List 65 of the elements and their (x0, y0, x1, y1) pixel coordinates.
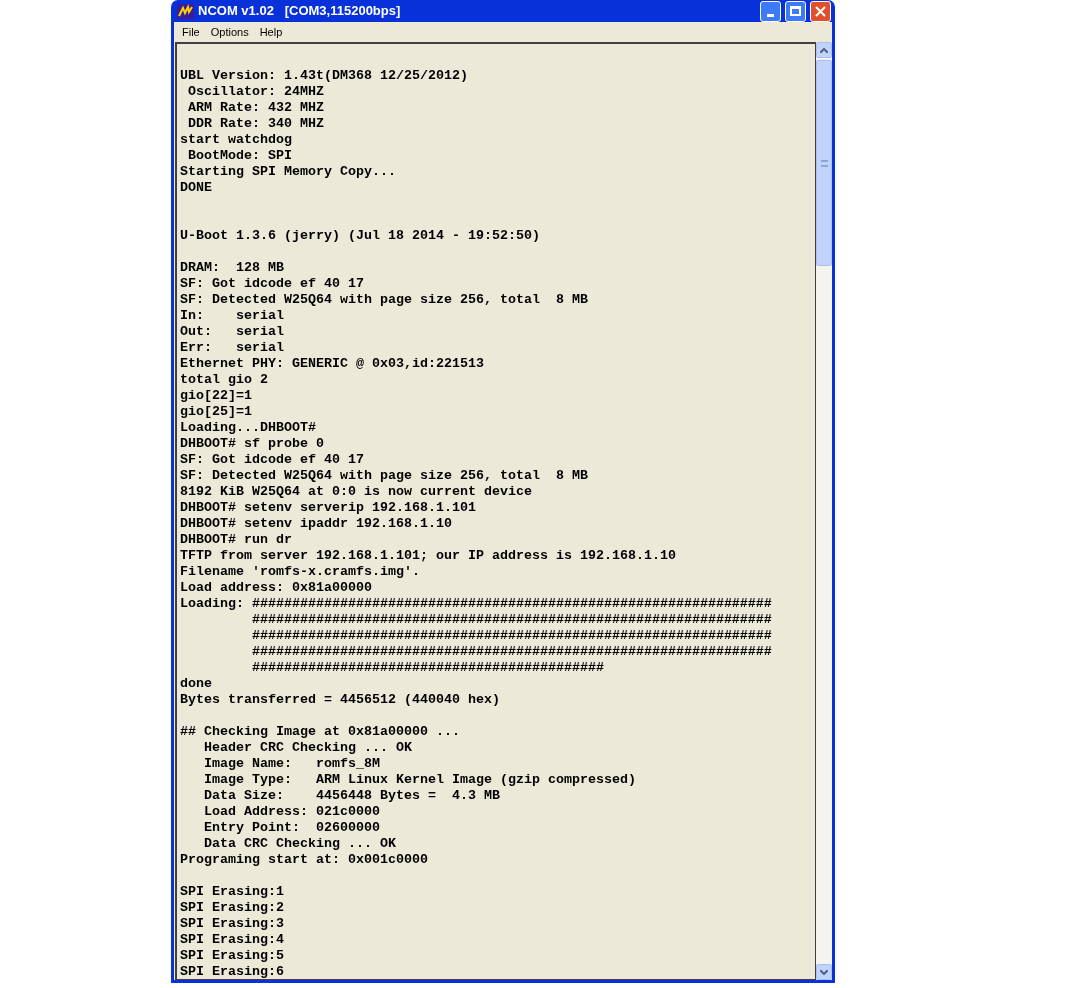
scroll-down-button[interactable] (816, 964, 832, 980)
log-line: Out: serial (180, 324, 284, 340)
log-line: Filename 'romfs-x.cramfs.img'. (180, 564, 420, 580)
log-line: total gio 2 (180, 372, 268, 388)
log-line: TFTP from server 192.168.1.101; our IP address is 192.168.1.10 (180, 548, 676, 564)
window-title: NCOM v1.02 [COM3,115200bps] (198, 2, 402, 21)
log-line: Loading: ################################################################# (180, 596, 772, 612)
log-line: DHBOOT# run dr (180, 532, 292, 548)
log-line: Data CRC Checking ... OK (203, 836, 396, 852)
log-line: Header CRC Checking ... OK (203, 740, 412, 756)
log-line: SPI Erasing:3 (180, 916, 284, 932)
log-line: Oscillator: 24MHZ (187, 84, 324, 100)
log-line: Bytes transferred = 4456512 (440040 hex) (180, 692, 500, 708)
log-line: SPI Erasing:6 (180, 964, 284, 979)
log-line: In: serial (180, 308, 284, 324)
log-line: SPI Erasing:1 (180, 884, 284, 900)
log-line: done (180, 676, 212, 692)
log-line: ## Checking Image at 0x81a00000 ... (180, 724, 460, 740)
log-line: DONE (180, 180, 212, 196)
log-line: Loading...DHBOOT# (180, 420, 316, 436)
log-line: ARM Rate: 432 MHZ (187, 100, 324, 116)
log-line: start watchdog (180, 132, 292, 148)
menu-item[interactable]: Help (254, 23, 288, 41)
scroll-thumb[interactable] (816, 60, 832, 266)
log-line: DDR Rate: 340 MHZ (187, 116, 324, 132)
log-line: Image Name: romfs_8M (203, 756, 380, 772)
minimize-button[interactable] (760, 0, 781, 22)
log-line: Data Size: 4456448 Bytes = 4.3 MB (203, 788, 500, 804)
close-button[interactable] (810, 0, 831, 22)
log-line: Err: serial (180, 340, 284, 356)
log-line: UBL Version: 1.43t(DM368 12/25/2012) (180, 68, 468, 84)
log-line: DHBOOT# setenv serverip 192.168.1.101 (180, 500, 476, 516)
scroll-up-button[interactable] (816, 42, 832, 58)
log-line: DHBOOT# setenv ipaddr 192.168.1.10 (180, 516, 452, 532)
log-line: Starting SPI Memory Copy... (180, 164, 396, 180)
vertical-scrollbar[interactable] (816, 42, 832, 980)
log-line: SF: Got idcode ef 40 17 (180, 452, 364, 468)
log-line: 8192 KiB W25Q64 at 0:0 is now current device (180, 484, 532, 500)
log-line: SF: Got idcode ef 40 17 (180, 276, 364, 292)
log-line: Load Address: 021c0000 (203, 804, 380, 820)
log-line: Image Type: ARM Linux Kernel Image (gzip compressed) (203, 772, 636, 788)
log-line: SF: Detected W25Q64 with page size 256, total 8 MB (180, 292, 588, 308)
log-line: Ethernet PHY: GENERIC @ 0x03,id:221513 (180, 356, 484, 372)
log-line: Programing start at: 0x001c0000 (180, 852, 428, 868)
log-line: ################################################################# (250, 628, 772, 644)
log-line: SPI Erasing:5 (180, 948, 284, 964)
log-line: ################################################################# (250, 612, 772, 628)
log-line: U-Boot 1.3.6 (jerry) (Jul 18 2014 - 19:52:50) (180, 228, 540, 244)
maximize-button[interactable] (785, 0, 806, 22)
app-logo-icon (177, 3, 194, 19)
log-line: DRAM: 128 MB (180, 260, 284, 276)
log-line: ############################################ (250, 660, 604, 676)
log-line: SF: Detected W25Q64 with page size 256, total 8 MB (180, 468, 588, 484)
close-icon (815, 5, 826, 17)
log-line: ################################################################# (250, 644, 772, 660)
log-line: DHBOOT# sf probe 0 (180, 436, 324, 452)
log-line: gio[25]=1 (180, 404, 252, 420)
log-line: Load address: 0x81a00000 (180, 580, 372, 596)
log-line: gio[22]=1 (180, 388, 252, 404)
log-line: Entry Point: 02600000 (203, 820, 380, 836)
log-line: SPI Erasing:4 (180, 932, 284, 948)
log-line: SPI Erasing:2 (180, 900, 284, 916)
log-line: BootMode: SPI (187, 148, 292, 164)
menu-item[interactable]: Options (205, 23, 254, 41)
menu-item[interactable]: File (177, 23, 205, 41)
